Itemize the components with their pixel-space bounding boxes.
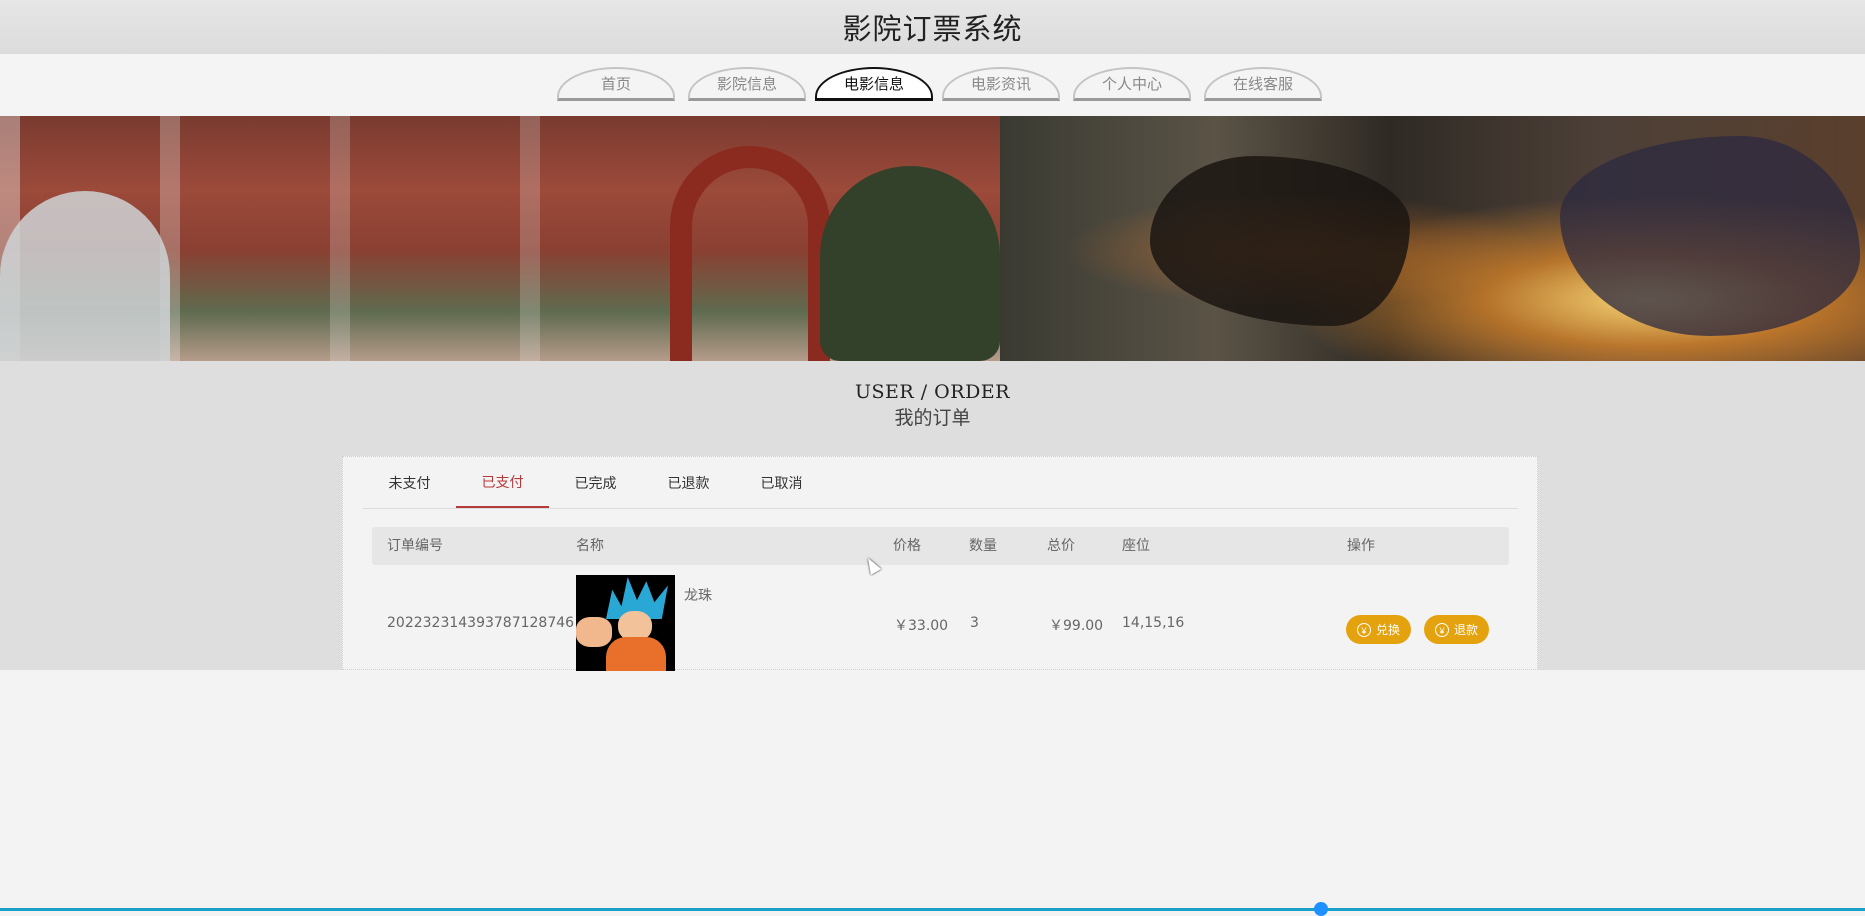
tab-refunded[interactable]: 已退款 [642, 457, 735, 508]
yen-icon: ¥ [1434, 622, 1449, 637]
robot-silhouette [1560, 136, 1860, 336]
nav-tab-cinema-info[interactable]: 影院信息 [688, 67, 806, 101]
banner-carousel[interactable] [0, 116, 1865, 361]
nav-tab-movie-info[interactable]: 电影信息 [815, 67, 933, 101]
nav-tab-home[interactable]: 首页 [557, 67, 675, 101]
movie-poster-thumbnail[interactable] [576, 575, 675, 671]
col-actions: 操作 [1347, 538, 1375, 554]
banner-image-movie-poster [1000, 116, 1865, 361]
order-status-tabs: 未支付 已支付 已完成 已退款 已取消 [363, 457, 1518, 509]
col-order-no: 订单编号 [387, 538, 443, 554]
yen-icon: ¥ [1356, 622, 1371, 637]
order-no: 202232314393787128746 [387, 615, 575, 631]
order-total: ￥99.00 [1049, 618, 1104, 634]
red-arch [670, 146, 830, 361]
col-name: 名称 [576, 538, 604, 554]
main-nav: 首页 影院信息 电影信息 电影资讯 个人中心 在线客服 [0, 54, 1865, 116]
order-seats: 14,15,16 [1122, 615, 1185, 631]
refund-button[interactable]: ¥ 退款 [1424, 615, 1489, 644]
col-price: 价格 [893, 538, 921, 554]
redeem-button-label: 兑换 [1375, 623, 1400, 637]
tab-paid[interactable]: 已支付 [456, 457, 549, 508]
orders-panel: 未支付 已支付 已完成 已退款 已取消 订单编号 名称 价格 数量 总价 座位 … [342, 456, 1538, 671]
site-header: 影院订票系统 [0, 0, 1865, 54]
scrollbar-handle[interactable] [1314, 902, 1328, 916]
site-title: 影院订票系统 [842, 12, 1023, 46]
movie-name[interactable]: 龙珠 [684, 585, 712, 605]
nav-tab-movie-news[interactable]: 电影资讯 [942, 67, 1060, 101]
nav-tab-personal-center[interactable]: 个人中心 [1073, 67, 1191, 101]
col-seats: 座位 [1122, 538, 1150, 554]
section-title-en: USER / ORDER [855, 381, 1010, 403]
tab-cancelled[interactable]: 已取消 [735, 457, 828, 508]
order-price: ￥33.00 [894, 618, 949, 634]
nav-tab-online-service[interactable]: 在线客服 [1204, 67, 1322, 101]
poster-fist [576, 617, 612, 647]
section-title-cn: 我的订单 [894, 407, 971, 429]
tree [820, 166, 1000, 361]
orders-table-header: 订单编号 名称 价格 数量 总价 座位 操作 [372, 527, 1509, 565]
refund-button-label: 退款 [1453, 623, 1478, 637]
tab-completed[interactable]: 已完成 [549, 457, 642, 508]
redeem-button[interactable]: ¥ 兑换 [1346, 615, 1411, 644]
banner-image-cinema-building [0, 116, 1000, 361]
monster-silhouette [1150, 156, 1410, 326]
tab-unpaid[interactable]: 未支付 [363, 457, 456, 508]
poster-outfit [606, 637, 666, 671]
col-total: 总价 [1047, 538, 1075, 554]
building-arch [0, 191, 170, 361]
table-row: 202232314393787128746 龙珠 ￥33.00 3 ￥99.00… [372, 575, 1509, 671]
col-quantity: 数量 [969, 538, 997, 554]
order-quantity: 3 [970, 615, 979, 631]
